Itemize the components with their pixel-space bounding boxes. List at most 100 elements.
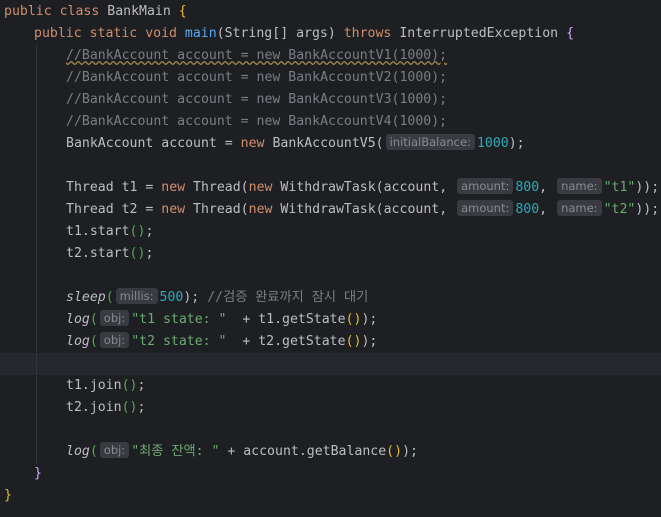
method-call: t1.join <box>66 378 122 393</box>
code-line-thread-t2[interactable]: Thread t2 = new Thread(new WithdrawTask(… <box>0 199 661 221</box>
parameter-hint: initialBalance: <box>385 134 475 150</box>
indent-guide <box>36 397 37 419</box>
code-line-join-t2[interactable]: t2.join(); <box>0 397 661 419</box>
code-line-close-method[interactable]: } <box>0 463 661 485</box>
parameter-hint: amount: <box>457 200 514 216</box>
parameter-hint: amount: <box>457 178 514 194</box>
paren-open: ( <box>121 400 130 415</box>
indent-guide <box>36 375 37 397</box>
parameter-hint: obj: <box>99 442 130 458</box>
indent-guide <box>36 67 37 89</box>
indent-guide <box>36 89 37 111</box>
string-literal: "t2 state: " <box>131 334 227 349</box>
string-literal: "t1 state: " <box>131 312 227 327</box>
comment-text: //검증 완료까지 잠시 대기 <box>207 290 369 305</box>
code-line-thread-t1[interactable]: Thread t1 = new Thread(new WithdrawTask(… <box>0 177 661 199</box>
constructor-call: Thread( <box>185 202 249 217</box>
statement-end: )); <box>635 180 660 195</box>
code-line-comment[interactable]: //BankAccount account = new BankAccountV… <box>0 45 661 67</box>
parameter-hint: obj: <box>99 310 130 326</box>
code-line-start-t2[interactable]: t2.start(); <box>0 243 661 265</box>
paren-open: ( <box>89 334 98 349</box>
indent-guide <box>36 265 37 287</box>
code-line-empty-current[interactable] <box>0 353 661 375</box>
statement-end: )); <box>635 202 660 217</box>
keyword-public: public <box>34 26 82 41</box>
paren-close: ) <box>394 444 403 459</box>
code-line-main-decl[interactable]: public static void main(String[] args) t… <box>0 23 661 45</box>
close-brace: } <box>34 466 42 481</box>
number-literal: 800 <box>515 202 540 217</box>
code-editor[interactable]: public class BankMain { public static vo… <box>0 0 661 517</box>
expression: + t1.getState <box>226 312 346 327</box>
code-line-log-balance[interactable]: log(obj: "최종 잔액: " + account.getBalance()… <box>0 441 661 463</box>
expression: + t2.getState <box>226 334 346 349</box>
keyword-new: new <box>248 180 273 195</box>
indent-guide <box>36 199 37 221</box>
parameter-hint: millis: <box>115 288 158 304</box>
paren-open: ( <box>345 334 354 349</box>
keyword-new: new <box>240 136 265 151</box>
statement-end: ); <box>183 290 200 305</box>
static-method-call: sleep <box>66 290 106 305</box>
parameter-hint: name: <box>557 178 602 194</box>
close-brace: } <box>4 488 12 503</box>
variable-decl: BankAccount account = <box>66 136 241 151</box>
statement-end: ); <box>361 312 378 327</box>
statement-end: ); <box>361 334 378 349</box>
exception-type: InterruptedException <box>399 26 559 41</box>
indent-guide <box>36 177 37 199</box>
comment-text: //BankAccount account = new BankAccountV… <box>66 48 448 63</box>
method-name: main <box>184 26 217 41</box>
paren-close: ) <box>137 224 146 239</box>
indent-guide <box>36 133 37 155</box>
string-literal: "t2" <box>603 202 636 217</box>
code-line-empty[interactable] <box>0 265 661 287</box>
comment-text: //BankAccount account = new BankAccountV… <box>66 70 448 85</box>
code-line-log-t1[interactable]: log(obj: "t1 state: " + t1.getState()); <box>0 309 661 331</box>
constructor-call: WithdrawTask(account, <box>272 202 456 217</box>
indent-guide <box>36 111 37 133</box>
paren-open: ( <box>386 444 395 459</box>
code-line-comment[interactable]: //BankAccount account = new BankAccountV… <box>0 67 661 89</box>
keyword-new: new <box>161 202 186 217</box>
code-line-empty[interactable] <box>0 155 661 177</box>
number-literal: 800 <box>515 180 540 195</box>
indent-guide <box>36 287 37 309</box>
code-line-comment[interactable]: //BankAccount account = new BankAccountV… <box>0 89 661 111</box>
indent-guide <box>36 243 37 265</box>
number-literal: 1000 <box>476 136 509 151</box>
indent-guide <box>36 353 37 375</box>
parameter-hint: obj: <box>99 332 130 348</box>
code-line-account[interactable]: BankAccount account = new BankAccountV5(… <box>0 133 661 155</box>
constructor-call: WithdrawTask(account, <box>272 180 456 195</box>
method-call: t1.start <box>66 224 130 239</box>
indent-guide <box>36 309 37 331</box>
indent-guide <box>36 221 37 243</box>
code-line-comment[interactable]: //BankAccount account = new BankAccountV… <box>0 111 661 133</box>
method-params: (String[] args) <box>216 26 336 41</box>
code-line-empty[interactable] <box>0 419 661 441</box>
separator: , <box>539 202 556 217</box>
class-name: BankMain <box>107 4 171 19</box>
paren-open: ( <box>121 378 130 393</box>
code-line-close-class[interactable]: } <box>0 485 661 507</box>
code-line-log-t2[interactable]: log(obj: "t2 state: " + t2.getState()); <box>0 331 661 353</box>
paren-close: ) <box>129 400 138 415</box>
code-line-start-t1[interactable]: t1.start(); <box>0 221 661 243</box>
code-line-class-decl[interactable]: public class BankMain { <box>0 1 661 23</box>
statement-end: ); <box>508 136 525 151</box>
string-literal: "최종 잔액: " <box>131 444 220 459</box>
comment-text: //BankAccount account = new BankAccountV… <box>66 114 448 129</box>
code-line-join-t1[interactable]: t1.join(); <box>0 375 661 397</box>
statement-end: ); <box>402 444 418 459</box>
code-line-sleep[interactable]: sleep(millis: 500); //검증 완료까지 잠시 대기 <box>0 287 661 309</box>
string-literal: "t1" <box>603 180 636 195</box>
number-literal: 500 <box>159 290 184 305</box>
indent-guide <box>36 45 37 67</box>
paren-open: ( <box>89 444 98 459</box>
indent-guide <box>36 419 37 441</box>
static-method-call: log <box>66 334 90 349</box>
open-brace: { <box>566 26 575 41</box>
variable-decl: Thread t1 = <box>66 180 162 195</box>
